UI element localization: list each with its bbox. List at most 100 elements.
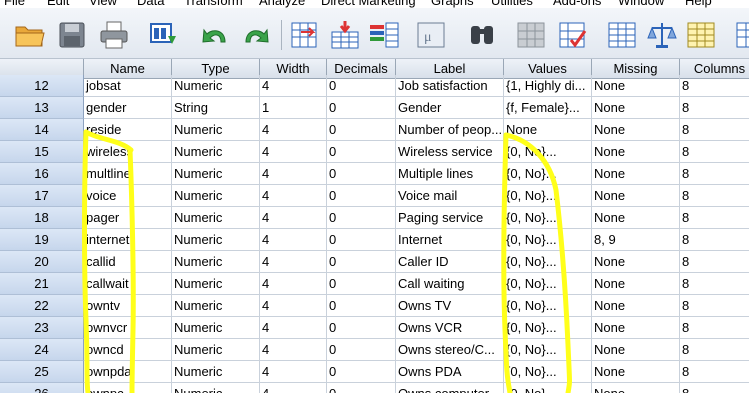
cell-missing[interactable]: None (592, 207, 680, 229)
cell-missing[interactable]: None (592, 339, 680, 361)
cell-columns[interactable]: 8 (680, 163, 749, 185)
weight-cases-icon[interactable] (606, 20, 638, 50)
cell-columns[interactable]: 8 (680, 317, 749, 339)
table-row[interactable]: 13 gender String 1 0 Gender {f, Female}... None… (0, 97, 749, 119)
row-number[interactable]: 19 (0, 229, 84, 251)
cell-width[interactable]: 4 (260, 273, 327, 295)
row-number[interactable]: 23 (0, 317, 84, 339)
cell-decimals[interactable]: 0 (327, 361, 396, 383)
cell-width[interactable]: 4 (260, 251, 327, 273)
cell-width[interactable]: 4 (260, 185, 327, 207)
split-file-icon[interactable] (515, 20, 547, 50)
cell-label[interactable]: Owns TV (396, 295, 504, 317)
cell-width[interactable]: 1 (260, 97, 327, 119)
menu-edit[interactable]: Edit (47, 0, 69, 8)
cell-label[interactable]: Gender (396, 97, 504, 119)
cell-width[interactable]: 4 (260, 229, 327, 251)
recall-dialog-icon[interactable] (148, 20, 180, 50)
cell-width[interactable]: 4 (260, 339, 327, 361)
cell-label[interactable]: Paging service (396, 207, 504, 229)
cell-type[interactable]: Numeric (172, 141, 260, 163)
table-row[interactable]: 16 multline Numeric 4 0 Multiple lines {0, No}… (0, 163, 749, 185)
value-labels-icon[interactable] (646, 20, 678, 50)
row-number[interactable]: 22 (0, 295, 84, 317)
cell-decimals[interactable]: 0 (327, 229, 396, 251)
cell-name[interactable]: jobsat (84, 75, 172, 97)
cell-type[interactable]: Numeric (172, 251, 260, 273)
cell-label[interactable]: Number of peop... (396, 119, 504, 141)
row-number[interactable]: 18 (0, 207, 84, 229)
row-number[interactable]: 21 (0, 273, 84, 295)
redo-icon[interactable] (240, 20, 272, 50)
cell-decimals[interactable]: 0 (327, 339, 396, 361)
menu-direct-marketing[interactable]: Direct Marketing (321, 0, 416, 8)
cell-name[interactable]: ownpc (84, 383, 172, 393)
row-number[interactable]: 26 (0, 383, 84, 393)
cell-width[interactable]: 4 (260, 75, 327, 97)
open-folder-icon[interactable] (14, 20, 46, 50)
cell-missing[interactable]: None (592, 273, 680, 295)
cell-missing[interactable]: None (592, 361, 680, 383)
cell-values[interactable]: {0, No}... (504, 163, 592, 185)
cell-missing[interactable]: None (592, 295, 680, 317)
cell-type[interactable]: Numeric (172, 361, 260, 383)
cell-width[interactable]: 4 (260, 295, 327, 317)
cell-values[interactable]: {1, Highly di... (504, 75, 592, 97)
cell-columns[interactable]: 8 (680, 119, 749, 141)
menu-window[interactable]: Window (618, 0, 664, 8)
cell-decimals[interactable]: 0 (327, 185, 396, 207)
menu-add-ons[interactable]: Add-ons (553, 0, 601, 8)
cell-type[interactable]: Numeric (172, 273, 260, 295)
cell-decimals[interactable]: 0 (327, 119, 396, 141)
table-row[interactable]: 19 internet Numeric 4 0 Internet {0, No}... 8, … (0, 229, 749, 251)
cell-name[interactable]: ownpda (84, 361, 172, 383)
cell-decimals[interactable]: 0 (327, 317, 396, 339)
cell-type[interactable]: Numeric (172, 207, 260, 229)
cell-missing[interactable]: None (592, 185, 680, 207)
cell-missing[interactable]: 8, 9 (592, 229, 680, 251)
cell-width[interactable]: 4 (260, 361, 327, 383)
cell-missing[interactable]: None (592, 141, 680, 163)
cell-name[interactable]: ownvcr (84, 317, 172, 339)
cell-type[interactable]: Numeric (172, 383, 260, 393)
show-all-variables-icon[interactable] (734, 20, 749, 50)
cell-columns[interactable]: 8 (680, 75, 749, 97)
cell-missing[interactable]: None (592, 75, 680, 97)
row-number[interactable]: 20 (0, 251, 84, 273)
cell-label[interactable]: Internet (396, 229, 504, 251)
cell-columns[interactable]: 8 (680, 295, 749, 317)
row-number[interactable]: 15 (0, 141, 84, 163)
cell-name[interactable]: wireless (84, 141, 172, 163)
select-cases-icon[interactable] (557, 20, 589, 50)
table-row[interactable]: 24 owncd Numeric 4 0 Owns stereo/C... {0, No}.… (0, 339, 749, 361)
undo-icon[interactable] (199, 20, 231, 50)
table-row[interactable]: 17 voice Numeric 4 0 Voice mail {0, No}... None… (0, 185, 749, 207)
cell-columns[interactable]: 8 (680, 185, 749, 207)
cell-missing[interactable]: None (592, 383, 680, 393)
cell-values[interactable]: {0, No}... (504, 317, 592, 339)
cell-name[interactable]: internet (84, 229, 172, 251)
cell-name[interactable]: owncd (84, 339, 172, 361)
cell-missing[interactable]: None (592, 163, 680, 185)
cell-type[interactable]: Numeric (172, 185, 260, 207)
cell-label[interactable]: Owns stereo/C... (396, 339, 504, 361)
cell-type[interactable]: Numeric (172, 75, 260, 97)
cell-missing[interactable]: None (592, 119, 680, 141)
cell-values[interactable]: {0, No}... (504, 273, 592, 295)
menu-data[interactable]: Data (137, 0, 164, 8)
row-number[interactable]: 14 (0, 119, 84, 141)
cell-decimals[interactable]: 0 (327, 97, 396, 119)
cell-values[interactable]: {0, No}... (504, 295, 592, 317)
cell-decimals[interactable]: 0 (327, 207, 396, 229)
cell-columns[interactable]: 8 (680, 229, 749, 251)
cell-columns[interactable]: 8 (680, 339, 749, 361)
cell-missing[interactable]: None (592, 317, 680, 339)
cell-values[interactable]: {0, No}... (504, 207, 592, 229)
cell-decimals[interactable]: 0 (327, 75, 396, 97)
cell-type[interactable]: Numeric (172, 317, 260, 339)
cell-values[interactable]: {0, No}... (504, 383, 592, 393)
cell-name[interactable]: gender (84, 97, 172, 119)
row-number[interactable]: 17 (0, 185, 84, 207)
cell-name[interactable]: multline (84, 163, 172, 185)
cell-values[interactable]: {0, No}... (504, 141, 592, 163)
